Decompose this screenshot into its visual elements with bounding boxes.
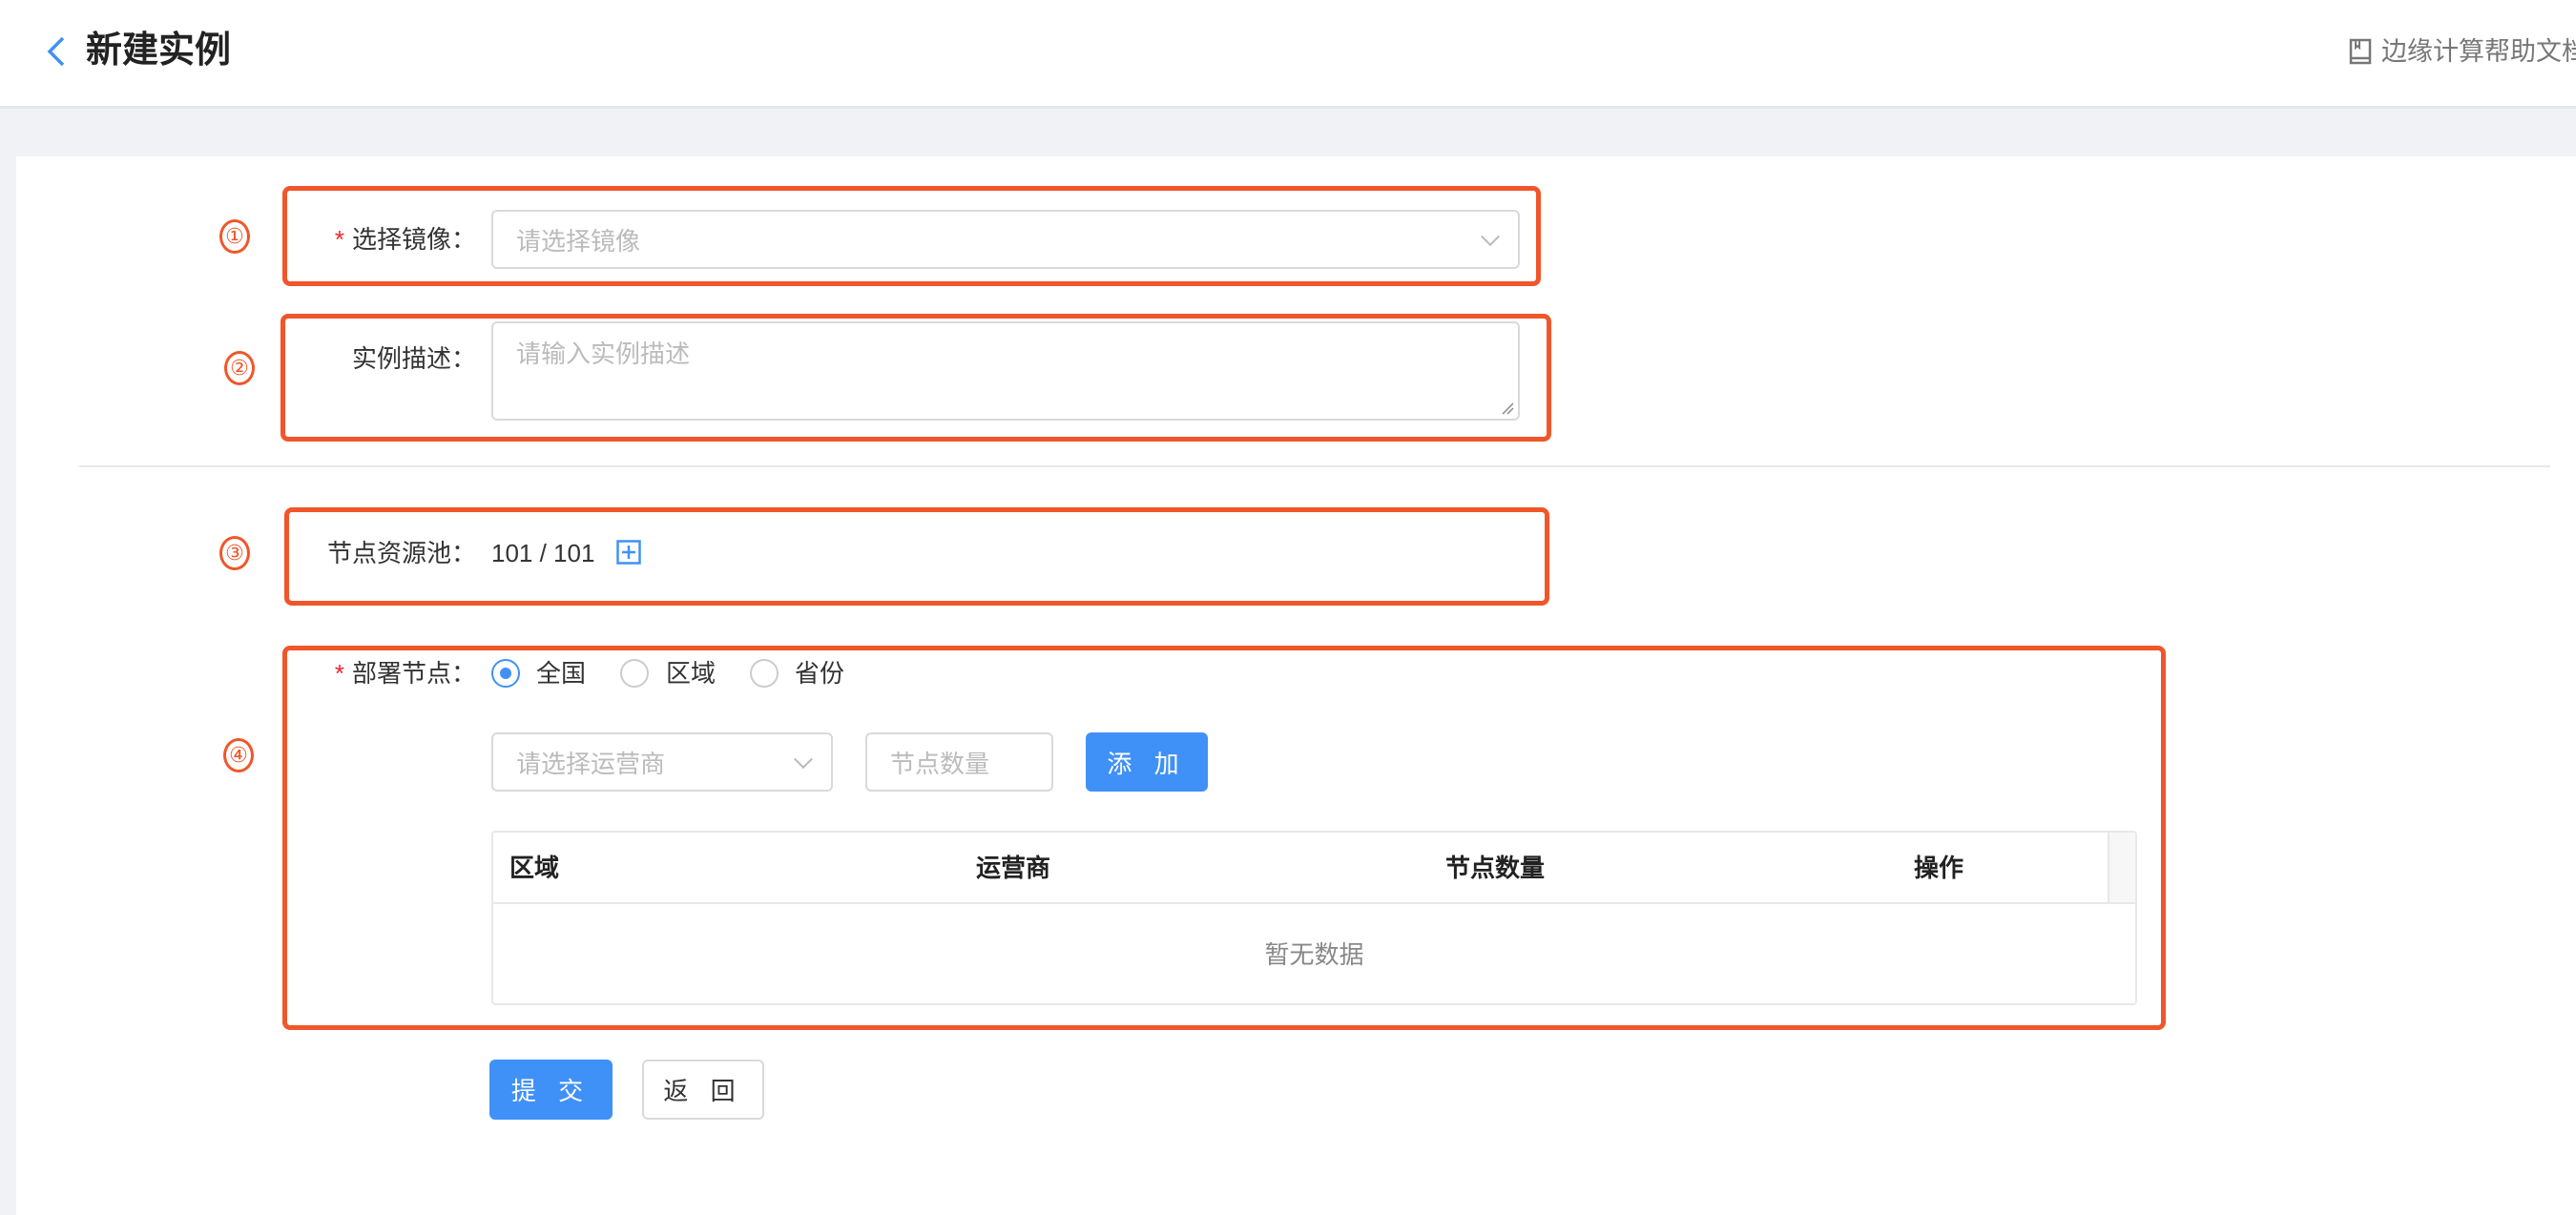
image-select[interactable]: 请选择镜像 [491, 210, 1520, 269]
plus-square-icon[interactable] [616, 540, 641, 565]
column-header-node-count: 节点数量 [1445, 854, 1546, 882]
image-label: * 选择镜像： [335, 220, 476, 258]
radio-region-label[interactable]: 区域 [666, 654, 716, 692]
annotation-1: ① [219, 219, 250, 254]
chevron-down-icon [1481, 227, 1500, 247]
submit-button[interactable]: 提 交 [489, 1060, 613, 1120]
column-header-carrier: 运营商 [976, 854, 1051, 882]
required-mark: * [334, 659, 344, 688]
page-header: 新建实例 边缘计算帮助文档 [0, 0, 2576, 109]
chevron-down-icon [794, 750, 813, 770]
required-mark: * [334, 225, 344, 254]
page-title: 新建实例 [86, 31, 232, 71]
pool-label: 节点资源池： [326, 539, 476, 567]
table-header: 区域 运营商 节点数量 操作 [493, 833, 2109, 904]
carrier-select[interactable]: 请选择运营商 [491, 732, 833, 792]
radio-province[interactable] [750, 659, 779, 688]
annotation-3: ③ [219, 536, 250, 570]
radio-nationwide[interactable] [491, 659, 520, 688]
section-divider [79, 465, 2550, 467]
annotation-4: ④ [223, 738, 254, 772]
deploy-label: * 部署节点： [335, 654, 476, 692]
image-select-placeholder: 请选择镜像 [516, 226, 641, 256]
node-count-placeholder: 节点数量 [890, 749, 990, 778]
add-button[interactable]: 添 加 [1086, 732, 1208, 792]
back-button[interactable] [38, 29, 76, 76]
help-doc-link[interactable]: 边缘计算帮助文档 [2349, 32, 2576, 71]
pool-value: 101 / 101 [491, 539, 595, 567]
radio-province-label[interactable]: 省份 [795, 654, 844, 692]
description-placeholder: 请输入实例描述 [516, 340, 691, 368]
resize-handle-icon[interactable] [1499, 400, 1514, 415]
column-header-actions: 操作 [1914, 854, 1964, 882]
chevron-left-icon [47, 36, 65, 67]
radio-nationwide-label[interactable]: 全国 [536, 654, 586, 692]
scrollbar-gutter [2108, 833, 2135, 904]
deploy-label-text: 部署节点： [351, 659, 476, 688]
node-table: 区域 运营商 节点数量 操作 暂无数据 [491, 831, 2137, 1005]
image-label-text: 选择镜像： [351, 225, 476, 254]
radio-region[interactable] [620, 659, 649, 688]
annotation-2: ② [224, 351, 255, 385]
help-doc-label: 边缘计算帮助文档 [2381, 37, 2576, 66]
back-form-button[interactable]: 返 回 [642, 1060, 764, 1120]
column-header-region: 区域 [509, 854, 560, 882]
book-icon [2349, 38, 2372, 65]
carrier-select-placeholder: 请选择运营商 [516, 749, 666, 778]
description-label: 实例描述： [351, 344, 476, 373]
description-textarea[interactable]: 请输入实例描述 [491, 321, 1520, 421]
empty-state: 暂无数据 [1264, 940, 1364, 969]
node-count-input[interactable]: 节点数量 [865, 732, 1053, 792]
